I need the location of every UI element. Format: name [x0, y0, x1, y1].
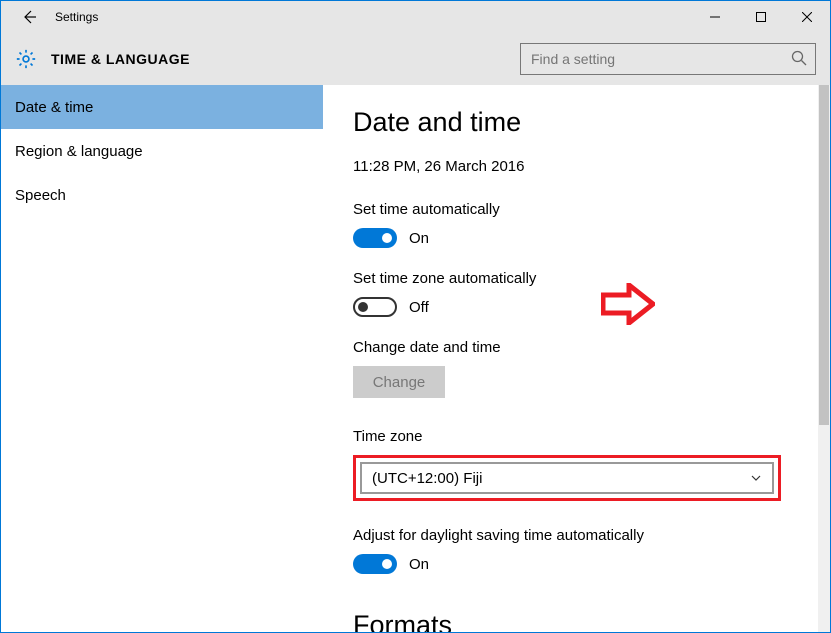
- dst-toggle[interactable]: [353, 554, 397, 574]
- set-tz-auto-state: Off: [409, 299, 429, 316]
- set-time-auto-label: Set time automatically: [353, 201, 800, 218]
- set-time-auto-toggle[interactable]: [353, 228, 397, 248]
- sidebar-item-date-time[interactable]: Date & time: [1, 85, 323, 129]
- minimize-icon: [710, 12, 720, 22]
- search-input[interactable]: [520, 43, 816, 75]
- sidebar-item-label: Date & time: [15, 99, 93, 116]
- change-button[interactable]: Change: [353, 366, 445, 398]
- current-datetime: 11:28 PM, 26 March 2016: [353, 158, 800, 175]
- set-time-auto-state: On: [409, 230, 429, 247]
- header-title: TIME & LANGUAGE: [51, 51, 190, 67]
- back-button[interactable]: [9, 1, 49, 33]
- change-datetime-label: Change date and time: [353, 339, 800, 356]
- titlebar: Settings: [1, 1, 830, 33]
- set-tz-auto-toggle[interactable]: [353, 297, 397, 317]
- formats-title: Formats: [353, 610, 800, 632]
- back-arrow-icon: [20, 8, 38, 26]
- sidebar-item-region-language[interactable]: Region & language: [1, 129, 323, 173]
- search-icon: [790, 49, 808, 72]
- sidebar-item-label: Region & language: [15, 143, 143, 160]
- dst-state: On: [409, 556, 429, 573]
- timezone-highlight: (UTC+12:00) Fiji: [353, 455, 781, 501]
- close-icon: [802, 12, 812, 22]
- gear-icon: [15, 48, 37, 70]
- timezone-label: Time zone: [353, 428, 800, 445]
- scrollbar-track[interactable]: [818, 85, 830, 632]
- set-tz-auto-label: Set time zone automatically: [353, 270, 800, 287]
- maximize-button[interactable]: [738, 1, 784, 33]
- sidebar-item-label: Speech: [15, 187, 66, 204]
- maximize-icon: [756, 12, 766, 22]
- dst-label: Adjust for daylight saving time automati…: [353, 527, 800, 544]
- window-title: Settings: [55, 10, 98, 24]
- content-pane: Date and time 11:28 PM, 26 March 2016 Se…: [323, 85, 818, 632]
- timezone-dropdown[interactable]: (UTC+12:00) Fiji: [360, 462, 774, 494]
- header: TIME & LANGUAGE: [1, 33, 830, 85]
- sidebar-item-speech[interactable]: Speech: [1, 173, 323, 217]
- timezone-value: (UTC+12:00) Fiji: [372, 470, 482, 487]
- close-button[interactable]: [784, 1, 830, 33]
- minimize-button[interactable]: [692, 1, 738, 33]
- sidebar: Date & time Region & language Speech: [1, 85, 323, 632]
- scrollbar-thumb[interactable]: [819, 85, 829, 425]
- chevron-down-icon: [750, 472, 762, 484]
- page-title: Date and time: [353, 107, 800, 138]
